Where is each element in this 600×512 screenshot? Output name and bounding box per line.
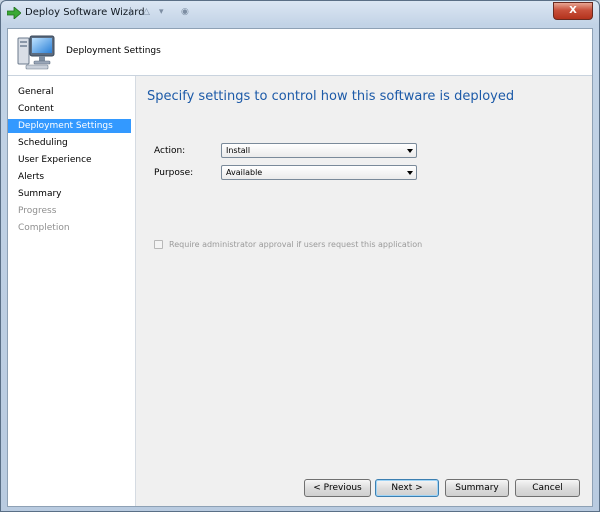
- title-bar[interactable]: Deploy Software Wizard | △ ▾ ◉ X: [1, 1, 599, 27]
- cancel-button[interactable]: Cancel: [515, 479, 580, 497]
- purpose-dropdown[interactable]: Available: [221, 165, 417, 180]
- qat-warning-icon[interactable]: △: [143, 7, 150, 17]
- purpose-value: Available: [226, 168, 263, 177]
- computer-icon: [17, 35, 55, 70]
- nav-item-content[interactable]: Content: [8, 102, 131, 116]
- header-title: Deployment Settings: [66, 46, 161, 56]
- wizard-window: Deploy Software Wizard | △ ▾ ◉ X Deploym…: [0, 0, 600, 512]
- nav-item-deployment-settings[interactable]: Deployment Settings: [8, 119, 131, 133]
- action-label: Action:: [154, 146, 186, 156]
- nav-item-progress: Progress: [18, 206, 57, 216]
- nav-item-completion: Completion: [18, 223, 70, 233]
- main-panel: Specify settings to control how this sof…: [136, 76, 592, 506]
- nav-item-user-experience[interactable]: User Experience: [8, 153, 131, 167]
- action-dropdown[interactable]: Install: [221, 143, 417, 158]
- window-title: Deploy Software Wizard: [25, 7, 145, 18]
- nav-item-scheduling[interactable]: Scheduling: [8, 136, 131, 150]
- chevron-down-icon: [407, 171, 413, 175]
- chevron-down-icon: [407, 149, 413, 153]
- wizard-nav: General Content Deployment Settings Sche…: [8, 76, 136, 506]
- approval-checkbox[interactable]: [154, 240, 163, 249]
- qat-dropdown-icon[interactable]: ▾: [159, 7, 164, 17]
- nav-item-summary[interactable]: Summary: [8, 187, 131, 201]
- wizard-header: Deployment Settings: [8, 29, 592, 76]
- next-button[interactable]: Next >: [375, 479, 439, 497]
- previous-button[interactable]: < Previous: [304, 479, 371, 497]
- wizard-client-area: Deployment Settings General Content Depl…: [7, 28, 593, 507]
- summary-button[interactable]: Summary: [445, 479, 509, 497]
- page-heading: Specify settings to control how this sof…: [147, 89, 515, 104]
- close-button[interactable]: X: [553, 2, 593, 20]
- nav-item-alerts[interactable]: Alerts: [8, 170, 131, 184]
- approval-checkbox-label: Require administrator approval if users …: [169, 240, 423, 249]
- qat-help-icon[interactable]: ◉: [181, 7, 189, 17]
- nav-item-general[interactable]: General: [8, 85, 131, 99]
- action-value: Install: [226, 146, 251, 155]
- purpose-label: Purpose:: [154, 168, 194, 178]
- qat-separator-icon: |: [129, 7, 133, 17]
- green-arrow-icon: [7, 7, 21, 19]
